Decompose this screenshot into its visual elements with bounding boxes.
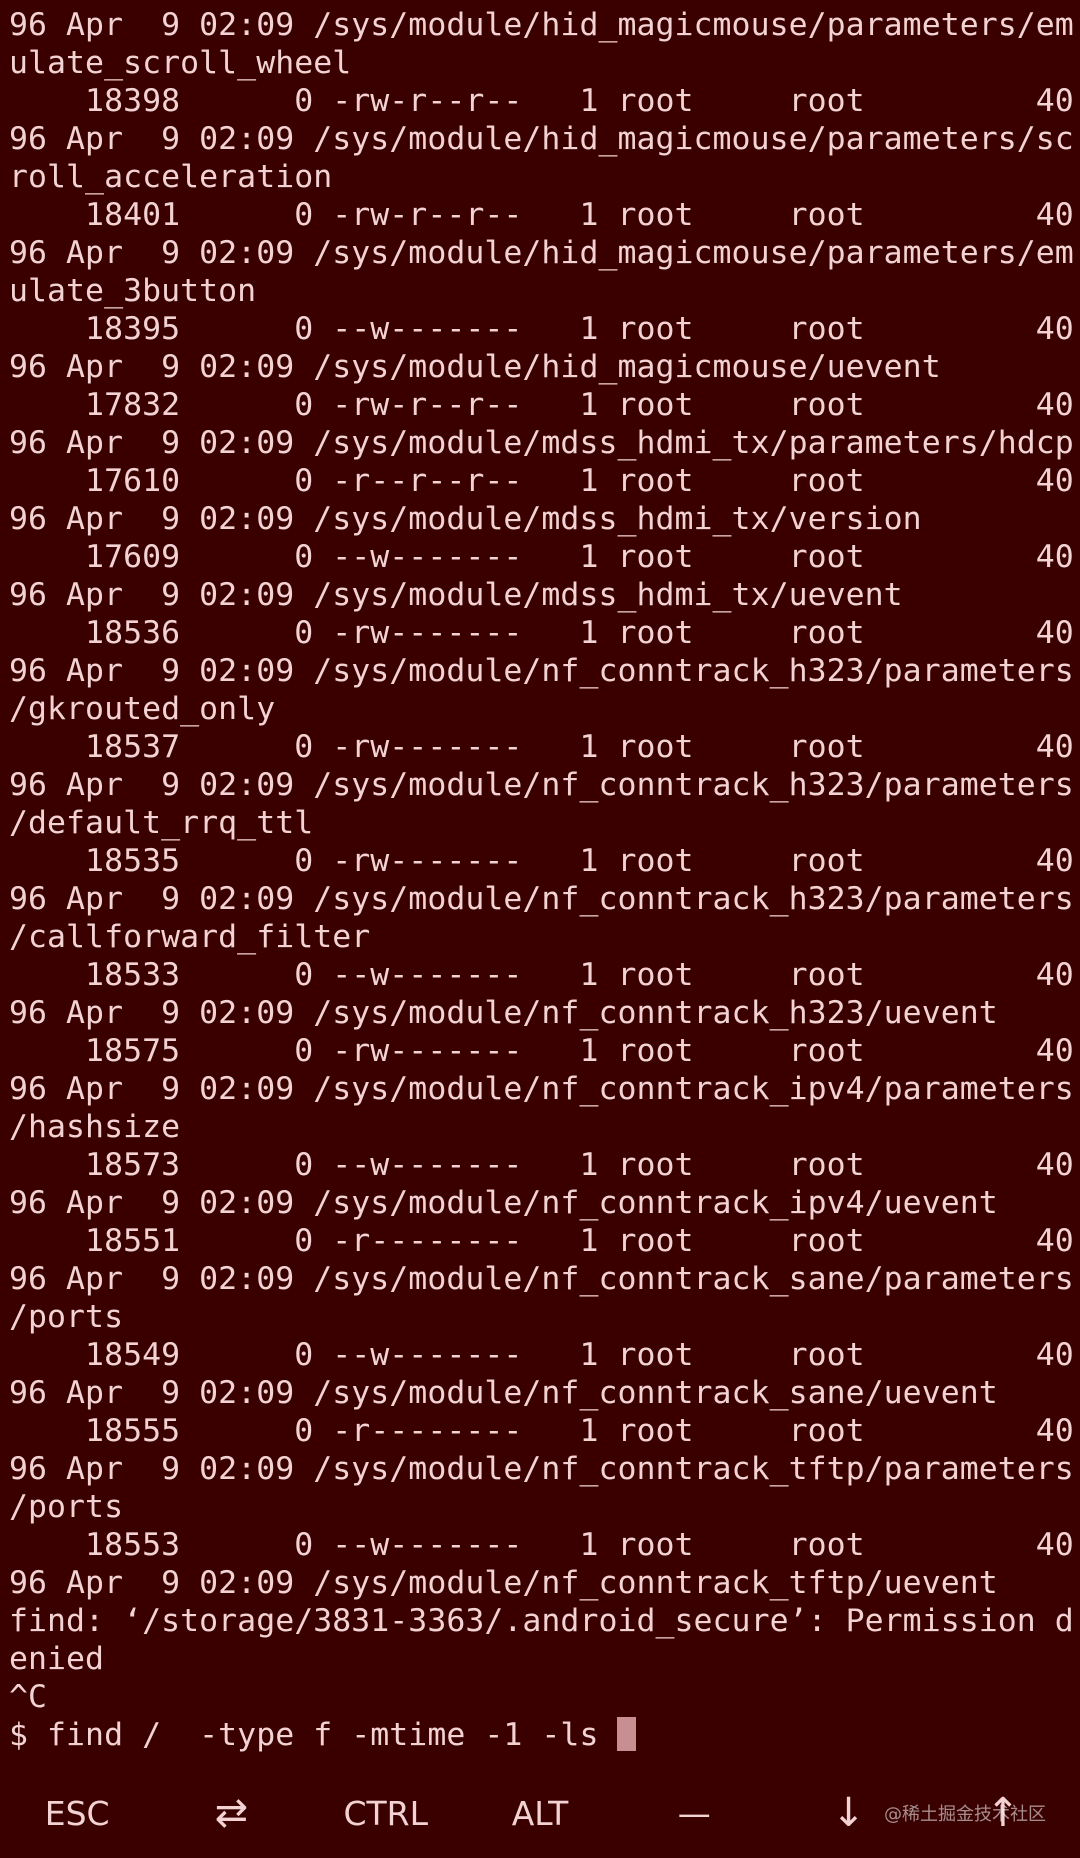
terminal-line: 17832 0 -rw-r--r-- 1 root root 40 xyxy=(9,387,1074,423)
prompt-text: $ find / -type f -mtime -1 -ls xyxy=(9,1717,618,1753)
arrow-up-icon[interactable]: ↑ xyxy=(926,1768,1080,1858)
terminal-line: 96 Apr 9 02:09 /sys/module/hid_magicmous… xyxy=(9,349,941,385)
terminal-line: 18536 0 -rw------- 1 root root 40 xyxy=(9,615,1074,651)
terminal-line: /default_rrq_ttl xyxy=(9,805,314,841)
terminal-line: 96 Apr 9 02:09 /sys/module/nf_conntrack_… xyxy=(9,1375,998,1411)
terminal-line: /gkrouted_only xyxy=(9,691,276,727)
terminal-line: 96 Apr 9 02:09 /sys/module/hid_magicmous… xyxy=(9,235,1074,271)
terminal-line: ulate_scroll_wheel xyxy=(9,45,352,81)
terminal-line: 96 Apr 9 02:09 /sys/module/nf_conntrack_… xyxy=(9,1451,1074,1487)
terminal-line: 96 Apr 9 02:09 /sys/module/mdss_hdmi_tx/… xyxy=(9,425,1074,461)
terminal-line: 96 Apr 9 02:09 /sys/module/nf_conntrack_… xyxy=(9,1565,998,1601)
terminal-line: 96 Apr 9 02:09 /sys/module/mdss_hdmi_tx/… xyxy=(9,501,922,537)
terminal-line: /hashsize xyxy=(9,1109,181,1145)
terminal-line: 18398 0 -rw-r--r-- 1 root root 40 xyxy=(9,83,1074,119)
terminal-line: 18549 0 --w------- 1 root root 40 xyxy=(9,1337,1074,1373)
extra-keys-bar: ESC ⇄ CTRL ALT — ↓ ↑ xyxy=(0,1768,1080,1858)
terminal-line: 96 Apr 9 02:09 /sys/module/nf_conntrack_… xyxy=(9,1071,1074,1107)
tab-key-icon[interactable]: ⇄ xyxy=(154,1768,308,1858)
prompt-line[interactable]: $ find / -type f -mtime -1 -ls xyxy=(9,1716,1080,1754)
terminal-line: 96 Apr 9 02:09 /sys/module/nf_conntrack_… xyxy=(9,995,998,1031)
terminal-line: 18401 0 -rw-r--r-- 1 root root 40 xyxy=(9,197,1074,233)
terminal-line: 96 Apr 9 02:09 /sys/module/nf_conntrack_… xyxy=(9,1185,998,1221)
terminal-lines: 96 Apr 9 02:09 /sys/module/hid_magicmous… xyxy=(9,6,1080,1716)
terminal-output[interactable]: 96 Apr 9 02:09 /sys/module/hid_magicmous… xyxy=(0,0,1080,1768)
terminal-line: 18573 0 --w------- 1 root root 40 xyxy=(9,1147,1074,1183)
terminal-line: 18533 0 --w------- 1 root root 40 xyxy=(9,957,1074,993)
text-cursor xyxy=(617,1717,637,1751)
dash-key[interactable]: — xyxy=(617,1768,771,1858)
terminal-line: 96 Apr 9 02:09 /sys/module/nf_conntrack_… xyxy=(9,653,1074,689)
terminal-line: 18553 0 --w------- 1 root root 40 xyxy=(9,1527,1074,1563)
alt-key[interactable]: ALT xyxy=(463,1768,617,1858)
terminal-line: 96 Apr 9 02:09 /sys/module/hid_magicmous… xyxy=(9,121,1074,157)
terminal-line: 18535 0 -rw------- 1 root root 40 xyxy=(9,843,1074,879)
terminal-line: ulate_3button xyxy=(9,273,257,309)
terminal-line: 18575 0 -rw------- 1 root root 40 xyxy=(9,1033,1074,1069)
terminal-line: 18551 0 -r-------- 1 root root 40 xyxy=(9,1223,1074,1259)
terminal-line: 17609 0 --w------- 1 root root 40 xyxy=(9,539,1074,575)
esc-key[interactable]: ESC xyxy=(0,1768,154,1858)
terminal-line: 18537 0 -rw------- 1 root root 40 xyxy=(9,729,1074,765)
terminal-line: 96 Apr 9 02:09 /sys/module/mdss_hdmi_tx/… xyxy=(9,577,903,613)
terminal-line: 96 Apr 9 02:09 /sys/module/nf_conntrack_… xyxy=(9,1261,1074,1297)
terminal-line: ^C xyxy=(9,1679,48,1715)
terminal-line: 96 Apr 9 02:09 /sys/module/nf_conntrack_… xyxy=(9,767,1074,803)
terminal-line: 17610 0 -r--r--r-- 1 root root 40 xyxy=(9,463,1074,499)
terminal-line: 18395 0 --w------- 1 root root 40 xyxy=(9,311,1074,347)
terminal-line: find: ‘/storage/3831-3363/.android_secur… xyxy=(9,1603,1074,1639)
terminal-line: /ports xyxy=(9,1489,124,1525)
terminal-line: 18555 0 -r-------- 1 root root 40 xyxy=(9,1413,1074,1449)
terminal-line: enied xyxy=(9,1641,105,1677)
ctrl-key[interactable]: CTRL xyxy=(309,1768,463,1858)
terminal-line: roll_acceleration xyxy=(9,159,333,195)
terminal-line: 96 Apr 9 02:09 /sys/module/hid_magicmous… xyxy=(9,7,1074,43)
arrow-down-icon[interactable]: ↓ xyxy=(771,1768,925,1858)
terminal-line: 96 Apr 9 02:09 /sys/module/nf_conntrack_… xyxy=(9,881,1074,917)
terminal-line: /ports xyxy=(9,1299,124,1335)
terminal-line: /callforward_filter xyxy=(9,919,371,955)
